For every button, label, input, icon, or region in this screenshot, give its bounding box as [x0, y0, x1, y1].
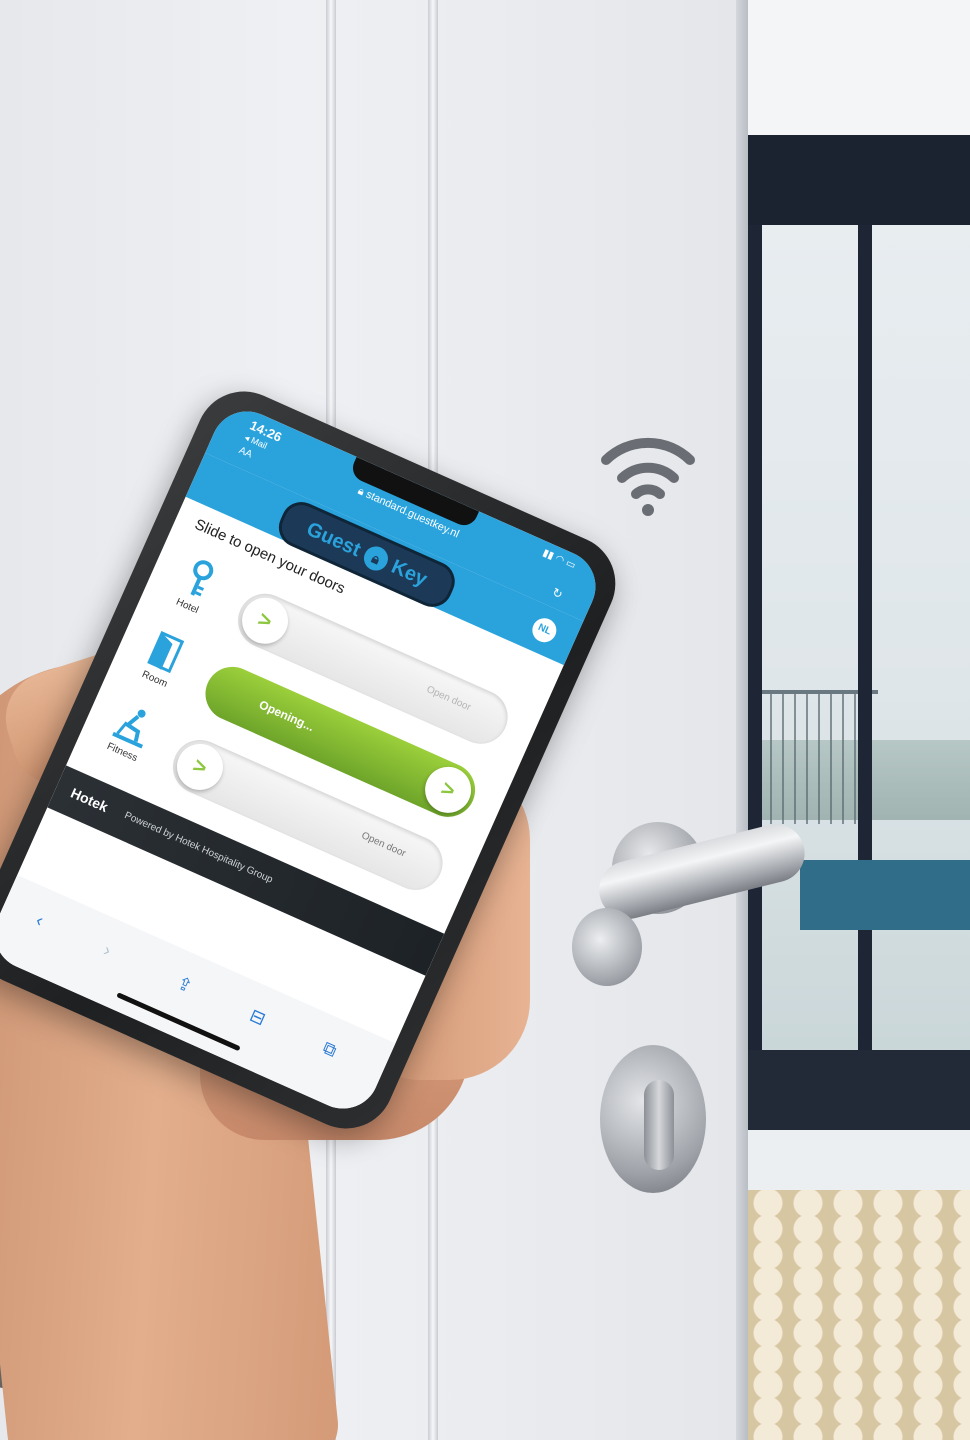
- forward-arrow-icon[interactable]: ›: [100, 940, 115, 962]
- slider-knob-fitness[interactable]: >: [169, 736, 231, 798]
- slider-text-hotel: Open door: [424, 684, 473, 714]
- blue-bench: [800, 860, 970, 930]
- slider-text-room: Opening...: [256, 697, 317, 735]
- hotek-logo: Hotek: [68, 784, 111, 816]
- slider-knob-room[interactable]: >: [417, 759, 479, 821]
- door-handle-end: [572, 908, 642, 986]
- logo-text-right: Key: [388, 555, 431, 591]
- bookmarks-icon[interactable]: ⊟: [246, 1005, 269, 1030]
- patterned-floor: [748, 1190, 970, 1440]
- photo-scene: 14:26 ◂ Mail AA ▮▮ ◠ ▭ 🔒︎ standard.guest…: [0, 0, 970, 1440]
- logo-text-left: Guest: [303, 517, 365, 561]
- wifi-icon: [601, 437, 695, 516]
- window-frame-top: [748, 135, 970, 225]
- slider-knob-hotel[interactable]: >: [234, 590, 296, 652]
- tabs-icon[interactable]: ⧉: [319, 1037, 340, 1061]
- padlock-icon: 🔒︎: [360, 542, 392, 575]
- door-edge: [736, 0, 748, 1440]
- keyhole: [644, 1080, 674, 1170]
- window-mullion-mid: [858, 225, 872, 1065]
- window-sill: [748, 1050, 970, 1130]
- slider-text-fitness: Open door: [359, 830, 408, 860]
- back-arrow-icon[interactable]: ‹: [33, 910, 47, 932]
- reader-aa-button[interactable]: AA: [237, 445, 254, 460]
- window-mullion-left: [748, 225, 762, 1065]
- reload-icon[interactable]: ↻: [550, 585, 565, 602]
- share-icon[interactable]: ⇪: [173, 972, 196, 997]
